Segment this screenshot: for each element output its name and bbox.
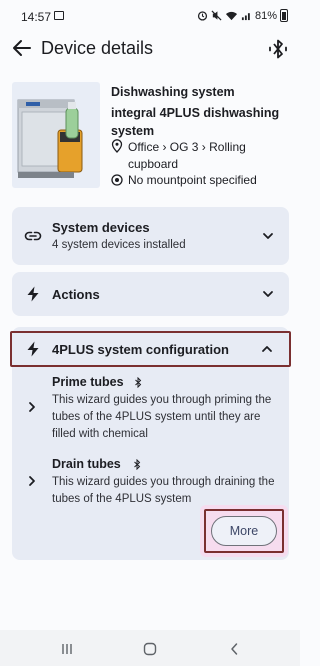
chevron-down-icon[interactable] (261, 229, 275, 243)
chevron-right-icon (29, 402, 35, 412)
wizard-prime-tubes[interactable]: Prime tubes This wizard guides you throu… (12, 370, 289, 446)
system-devices-subtitle: 4 system devices installed (52, 239, 186, 251)
bolt-icon (27, 286, 39, 302)
system-nav-bar (0, 630, 300, 666)
back-nav-icon[interactable] (229, 642, 239, 656)
bluetooth-icon[interactable] (266, 37, 290, 61)
system-devices-title: System devices (52, 220, 150, 235)
wizard-title: Drain tubes (52, 457, 121, 471)
actions-title: Actions (52, 287, 100, 302)
wifi-icon (225, 11, 237, 21)
mountpoint-icon (111, 174, 123, 186)
battery-percent: 81% (254, 9, 277, 22)
status-time: 14:57 (21, 10, 52, 24)
mute-icon (211, 10, 222, 21)
wizard-description: This wizard guides you through draining … (52, 476, 275, 505)
device-image (12, 82, 100, 188)
page-title: Device details (41, 38, 154, 58)
bluetooth-icon (134, 459, 141, 470)
app-bar: Device details (0, 30, 300, 66)
device-name: Dishwashing system (111, 85, 235, 99)
link-icon (24, 231, 42, 241)
alarm-icon (197, 11, 208, 21)
system-devices-card[interactable]: System devices 4 system devices installe… (12, 207, 289, 265)
bolt-icon (27, 341, 39, 357)
home-icon[interactable] (143, 642, 157, 656)
image-icon (54, 11, 64, 20)
device-model: integral 4PLUS dishwashing system (111, 106, 280, 138)
wizard-drain-tubes[interactable]: Drain tubes This wizard guides you throu… (12, 452, 289, 510)
chevron-down-icon[interactable] (261, 287, 275, 301)
wizard-description: This wizard guides you through priming t… (52, 394, 272, 440)
status-bar: 14:57 81% (0, 0, 300, 30)
device-location: Office › OG 3 › Rolling cupboard (128, 140, 246, 171)
battery-icon (280, 9, 288, 22)
more-button[interactable]: More (211, 516, 277, 546)
configuration-title: 4PLUS system configuration (52, 342, 229, 357)
arrow-back-icon[interactable] (10, 36, 34, 60)
chevron-up-icon[interactable] (260, 342, 274, 356)
signal-icon (241, 13, 250, 21)
wizard-title: Prime tubes (52, 375, 124, 389)
location-pin-icon (111, 139, 123, 153)
actions-card[interactable]: Actions (12, 272, 289, 316)
bluetooth-icon (135, 377, 142, 388)
chevron-right-icon (29, 476, 35, 486)
status-icons: 81% (197, 9, 288, 22)
recent-apps-icon[interactable] (61, 643, 73, 655)
device-mountpoint: No mountpoint specified (128, 173, 257, 187)
